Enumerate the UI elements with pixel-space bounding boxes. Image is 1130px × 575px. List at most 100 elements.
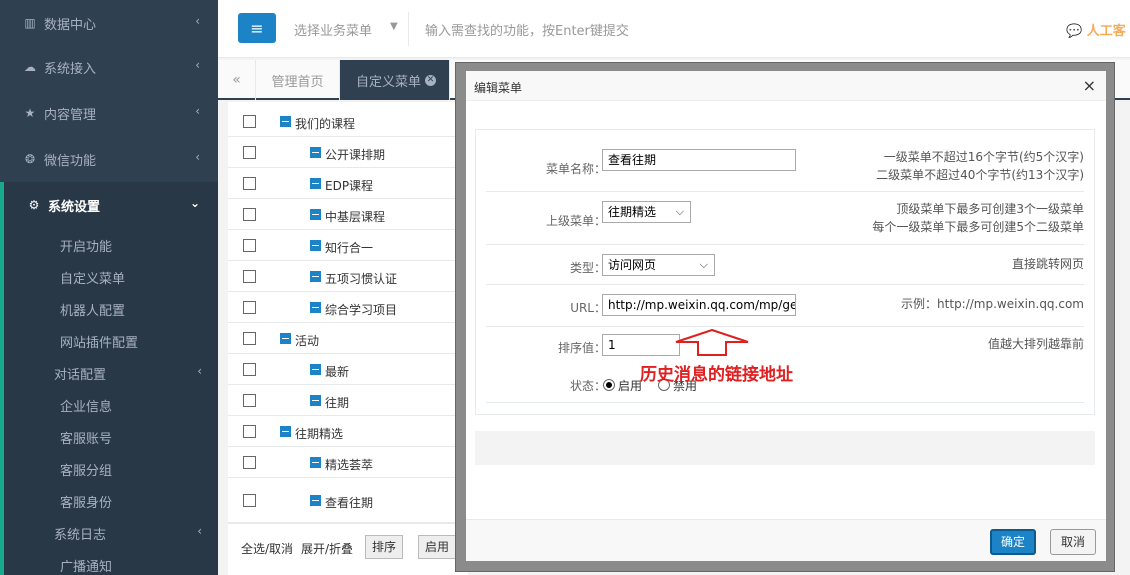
sidebar-item-label: 内容管理 [44, 107, 97, 123]
top-header: ≡ 选择业务菜单 ▼ 输入需查找的功能，按Enter键提交 💬 人工客 [218, 0, 1130, 58]
type-select[interactable]: 访问网页 ⌵ [602, 254, 715, 276]
sidebar-sub-agent-groups[interactable]: 客服分组 [60, 460, 112, 479]
sidebar-item-data-center[interactable]: ▥ 数据中心 ‹ [0, 0, 218, 46]
collapse-icon[interactable] [310, 364, 321, 375]
support-label: 人工客 [1086, 24, 1126, 39]
chevron-down-icon: ⌵ [675, 205, 684, 218]
sort-input[interactable]: 1 [602, 334, 680, 356]
search-input[interactable]: 输入需查找的功能，按Enter键提交 [425, 20, 629, 39]
close-icon[interactable]: × [1083, 76, 1096, 95]
row-checkbox[interactable] [243, 456, 256, 469]
collapse-icon[interactable] [310, 457, 321, 468]
table-row[interactable]: 往期 点 [228, 385, 468, 416]
table-row[interactable]: 我们的课程 点 [228, 106, 468, 137]
sidebar-item-content[interactable]: ★ 内容管理 ‹ [0, 90, 218, 136]
sidebar-sub-custom-menu[interactable]: 自定义菜单 [60, 268, 125, 287]
collapse-icon[interactable] [310, 178, 321, 189]
collapse-icon[interactable] [280, 426, 291, 437]
expand-collapse-toggle[interactable]: 展开/折叠 [301, 540, 353, 557]
sidebar-sub-enable-features[interactable]: 开启功能 [60, 236, 112, 255]
chevron-left-icon: ‹ [195, 58, 200, 72]
select-all-toggle[interactable]: 全选/取消 [241, 540, 293, 557]
edit-menu-dialog: 编辑菜单 × 菜单名称： 查看往期 一级菜单不超过16个字节(约5个汉字) 二级… [466, 71, 1106, 561]
sidebar-sub-agent-accounts[interactable]: 客服账号 [60, 428, 112, 447]
close-icon[interactable]: ✕ [425, 74, 437, 86]
collapse-icon[interactable] [310, 495, 321, 506]
table-row[interactable]: 精选荟萃 点 [228, 447, 468, 478]
row-checkbox[interactable] [243, 332, 256, 345]
collapse-icon[interactable] [310, 395, 321, 406]
hint-line: 二级菜单不超过40个字节(约13个汉字) [876, 168, 1084, 182]
chevron-left-icon: ‹ [195, 150, 200, 164]
table-row[interactable]: 五项习惯认证 点 [228, 261, 468, 292]
chevron-down-icon: ⌵ [699, 258, 708, 271]
table-row[interactable]: 最新 点 [228, 354, 468, 385]
sort-hint: 值越大排列越靠前 [987, 337, 1084, 351]
row-checkbox[interactable] [243, 146, 256, 159]
row-checkbox[interactable] [243, 239, 256, 252]
sidebar-item-wechat[interactable]: ❂ 微信功能 ‹ [0, 136, 218, 182]
sidebar-sub-dialog-config[interactable]: 对话配置 [54, 364, 106, 383]
row-label: 综合学习项目 [325, 303, 398, 317]
business-menu-select[interactable]: 选择业务菜单 [294, 20, 372, 39]
row-checkbox[interactable] [243, 494, 256, 507]
table-row[interactable]: 查看往期 访 [228, 478, 468, 523]
url-annotation: 历史消息的链接地址 [640, 365, 793, 385]
collapse-icon[interactable] [310, 147, 321, 158]
sort-button[interactable]: 排序 [365, 535, 404, 559]
row-checkbox[interactable] [243, 177, 256, 190]
table-row[interactable]: EDP课程 点 [228, 168, 468, 199]
parent-menu-select[interactable]: 往期精选 ⌵ [602, 201, 691, 223]
sidebar-sub-system-log[interactable]: 系统日志 [54, 524, 106, 543]
table-row[interactable]: 综合学习项目 点 [228, 292, 468, 323]
row-checkbox[interactable] [243, 425, 256, 438]
support-link[interactable]: 💬 人工客 [1066, 20, 1126, 39]
menu-name-label: 菜单名称： [545, 162, 606, 176]
collapse-icon[interactable] [310, 302, 321, 313]
collapse-icon[interactable] [280, 116, 291, 127]
parent-menu-value: 往期精选 [608, 205, 657, 219]
sidebar-sub-robot-config[interactable]: 机器人配置 [60, 300, 125, 319]
table-row[interactable]: 公开课排期 点 [228, 137, 468, 168]
menu-name-input[interactable]: 查看往期 [602, 149, 796, 171]
sidebar-item-system-access[interactable]: ☁ 系统接入 ‹ [0, 44, 218, 90]
confirm-button[interactable]: 确定 [990, 529, 1036, 555]
wechat-icon: ❂ [24, 152, 36, 166]
status-enabled-radio[interactable] [603, 379, 615, 391]
url-input[interactable]: http://mp.weixin.qq.com/mp/ge [602, 294, 796, 316]
tab-custom-menu[interactable]: 自定义菜单 ✕ [340, 60, 450, 100]
chevron-left-icon: ‹ [195, 14, 200, 28]
row-checkbox[interactable] [243, 115, 256, 128]
table-row[interactable]: 知行合一 点 [228, 230, 468, 261]
menu-toggle-button[interactable]: ≡ [238, 13, 276, 43]
row-label: 知行合一 [325, 241, 374, 255]
sidebar-item-system-settings[interactable]: ⚙ 系统设置 ⌄ [0, 182, 218, 228]
collapse-icon[interactable] [280, 333, 291, 344]
cancel-button[interactable]: 取消 [1050, 529, 1096, 555]
type-label: 类型： [569, 261, 606, 275]
sidebar-sub-site-plugin[interactable]: 网站插件配置 [60, 332, 138, 351]
table-row[interactable]: 中基层课程 点 [228, 199, 468, 230]
row-label: 往期精选 [295, 427, 344, 441]
sidebar-sub-broadcast[interactable]: 广播通知 [60, 556, 112, 575]
row-label: 查看往期 [325, 496, 374, 510]
collapse-icon[interactable] [310, 209, 321, 220]
row-checkbox[interactable] [243, 394, 256, 407]
table-row[interactable]: 活动 点 [228, 323, 468, 354]
row-checkbox[interactable] [243, 208, 256, 221]
sidebar-sub-company-info[interactable]: 企业信息 [60, 396, 112, 415]
table-row[interactable]: 往期精选 点 [228, 416, 468, 447]
tab-scroll-left-button[interactable]: « [218, 60, 256, 100]
collapse-icon[interactable] [310, 240, 321, 251]
chevron-left-icon: ‹ [197, 524, 202, 538]
row-checkbox[interactable] [243, 301, 256, 314]
hint-line: 顶级菜单下最多可创建3个一级菜单 [896, 202, 1084, 216]
row-checkbox[interactable] [243, 363, 256, 376]
row-checkbox[interactable] [243, 270, 256, 283]
sidebar-item-label: 系统接入 [44, 61, 97, 77]
sidebar-sub-agent-identity[interactable]: 客服身份 [60, 492, 112, 511]
collapse-icon[interactable] [310, 271, 321, 282]
tab-home[interactable]: 管理首页 [256, 60, 340, 100]
enable-button[interactable]: 启用 [418, 535, 457, 559]
form-row-type: 类型： 访问网页 ⌵ 直接跳转网页 [486, 245, 1084, 285]
